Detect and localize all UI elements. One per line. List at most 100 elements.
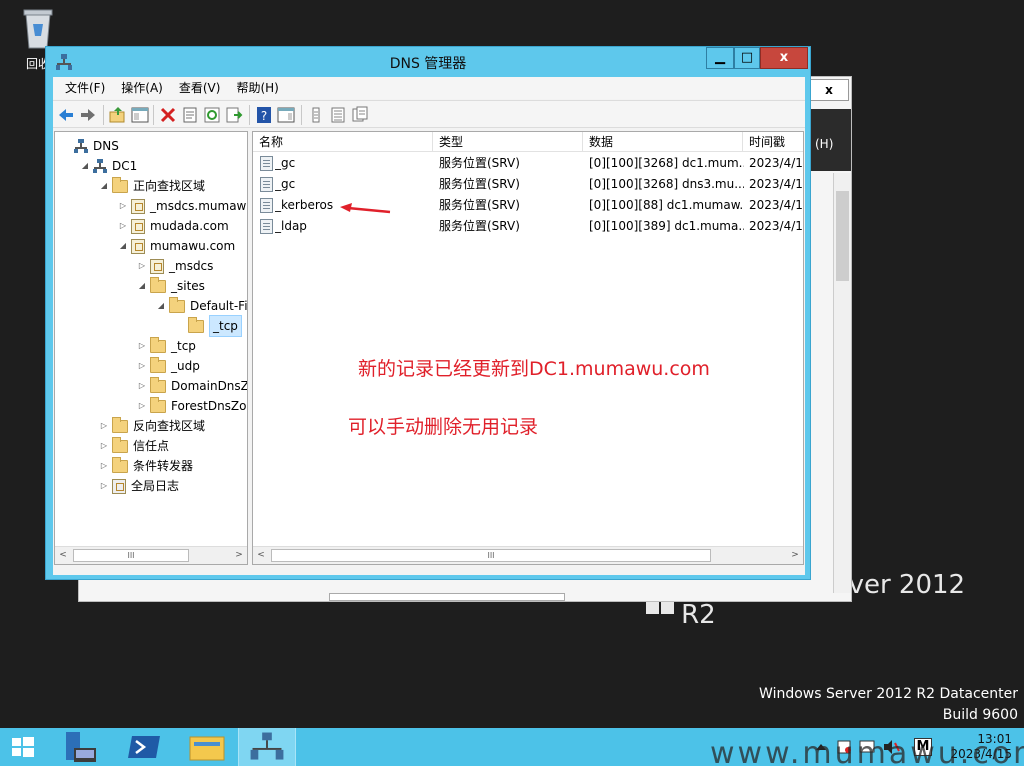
collapsed-arrow-icon[interactable]: ▷ — [137, 256, 147, 276]
collapsed-arrow-icon[interactable]: ▷ — [137, 356, 147, 376]
tree-item[interactable]: ◢ DC1 — [80, 156, 137, 176]
back-arrow-icon[interactable] — [57, 106, 75, 124]
tree-item-label: DomainDnsZone — [171, 379, 247, 393]
properties-icon[interactable] — [181, 106, 199, 124]
show-action-pane-icon[interactable] — [277, 106, 295, 124]
tree-item[interactable]: DNS — [61, 136, 119, 156]
column-name[interactable]: 名称 — [253, 132, 433, 152]
collapsed-arrow-icon[interactable]: ▷ — [99, 476, 109, 496]
collapsed-arrow-icon[interactable]: ▷ — [99, 456, 109, 476]
tree-item[interactable]: ▷ ForestDnsZones — [137, 396, 247, 416]
tree-item[interactable]: ◢ mumawu.com — [118, 236, 235, 256]
srv-record-icon — [260, 156, 273, 171]
collapsed-arrow-icon[interactable]: ▷ — [99, 436, 109, 456]
list-scroll-thumb[interactable]: III — [271, 549, 711, 562]
forward-arrow-icon[interactable] — [79, 106, 97, 124]
dns-manager-window[interactable]: DNS 管理器 ▁ □ x 文件(F) 操作(A) 查看(V) 帮助(H) ? — [45, 46, 811, 580]
os-edition: Windows Server 2012 R2 Datacenter — [759, 686, 1018, 702]
menu-action[interactable]: 操作(A) — [113, 77, 171, 99]
collapsed-arrow-icon[interactable]: ▷ — [137, 396, 147, 416]
record-type: 服务位置(SRV) — [439, 156, 520, 170]
scroll-right-arrow-icon[interactable]: > — [787, 547, 803, 564]
view-list-icon[interactable] — [329, 106, 347, 124]
collapsed-arrow-icon[interactable]: ▷ — [99, 416, 109, 436]
collapsed-arrow-icon[interactable]: ▷ — [137, 376, 147, 396]
annotation-delete-hint: 可以手动删除无用记录 — [348, 416, 539, 438]
record-data: [0][100][88] dc1.mumaw... — [589, 198, 744, 212]
table-row[interactable]: _gc 服务位置(SRV) [0][100][3268] dns3.mu... 202… — [253, 174, 803, 195]
help-icon[interactable]: ? — [255, 106, 273, 124]
expanded-arrow-icon[interactable]: ◢ — [137, 276, 147, 296]
tree-item[interactable]: ▷ _udp — [137, 356, 200, 376]
scroll-left-arrow-icon[interactable]: < — [253, 547, 269, 564]
title-bar[interactable]: DNS 管理器 ▁ □ x — [46, 47, 810, 77]
record-name: _ldap — [275, 219, 307, 233]
table-row[interactable]: _ldap 服务位置(SRV) [0][100][389] dc1.muma... 2… — [253, 216, 803, 237]
up-folder-icon[interactable] — [109, 106, 127, 124]
view-detail-icon[interactable] — [307, 106, 325, 124]
console-tree[interactable]: DNS◢DC1◢正向查找区域▷_msdcs.mumawu.cc▷mudada.c… — [54, 131, 248, 565]
collapsed-arrow-icon[interactable]: ▷ — [118, 216, 128, 236]
maximize-button[interactable]: □ — [734, 47, 760, 69]
tree-item-label: _tcp — [209, 315, 242, 337]
tree-item[interactable]: ◢ 正向查找区域 — [99, 176, 205, 196]
start-button-icon[interactable] — [0, 728, 46, 766]
tree-scroll-thumb[interactable]: III — [73, 549, 189, 562]
record-data: [0][100][389] dc1.muma... — [589, 219, 744, 233]
tree-item[interactable]: ▷ _tcp — [137, 336, 196, 356]
background-close-button[interactable]: x — [809, 79, 849, 101]
dns-manager-task-icon[interactable] — [238, 728, 296, 766]
show-console-tree-icon[interactable] — [131, 106, 149, 124]
tree-item[interactable]: ▷ mudada.com — [118, 216, 229, 236]
record-data: [0][100][3268] dc1.mum... — [589, 156, 744, 170]
delete-icon[interactable] — [159, 106, 177, 124]
dns-zone-icon — [131, 218, 145, 234]
tree-item-label: DC1 — [112, 159, 138, 173]
refresh-icon[interactable] — [203, 106, 221, 124]
minimize-button[interactable]: ▁ — [706, 47, 734, 69]
table-row[interactable]: _gc 服务位置(SRV) [0][100][3268] dc1.mum... 202… — [253, 153, 803, 174]
menu-view[interactable]: 查看(V) — [171, 77, 229, 99]
tree-item[interactable]: ▷ 条件转发器 — [99, 456, 193, 476]
expanded-arrow-icon[interactable]: ◢ — [80, 156, 90, 176]
log-icon — [112, 478, 126, 494]
folder-icon — [150, 336, 166, 353]
tree-horizontal-scrollbar[interactable]: < III > — [55, 546, 247, 564]
expanded-arrow-icon[interactable]: ◢ — [118, 236, 128, 256]
record-timestamp: 2023/4/1 — [749, 177, 803, 191]
tree-scroll-left-arrow-icon[interactable]: < — [55, 547, 71, 564]
background-scrollbar[interactable] — [833, 173, 851, 593]
background-scroll-thumb[interactable] — [836, 191, 849, 281]
dns-zone-icon — [131, 198, 145, 214]
tree-item[interactable]: ▷ _msdcs — [137, 256, 213, 276]
tree-item[interactable]: ▷ _msdcs.mumawu.cc — [118, 196, 247, 216]
expanded-arrow-icon[interactable]: ◢ — [156, 296, 166, 316]
expanded-arrow-icon[interactable]: ◢ — [99, 176, 109, 196]
tree-item[interactable]: ▷ 反向查找区域 — [99, 416, 205, 436]
menu-help[interactable]: 帮助(H) — [228, 77, 286, 99]
table-row[interactable]: _kerberos 服务位置(SRV) [0][100][88] dc1.mumaw… — [253, 195, 803, 216]
tree-scroll-right-arrow-icon[interactable]: > — [231, 547, 247, 564]
column-type[interactable]: 类型 — [433, 132, 583, 152]
column-data[interactable]: 数据 — [583, 132, 743, 152]
tree-item[interactable]: ▷ DomainDnsZone — [137, 376, 247, 396]
column-timestamp[interactable]: 时间戳 — [743, 132, 803, 152]
tree-item[interactable]: ▷ 全局日志 — [99, 476, 179, 496]
tree-item[interactable]: ◢ Default-First- — [156, 296, 248, 316]
collapsed-arrow-icon[interactable]: ▷ — [118, 196, 128, 216]
list-header: 名称 类型 数据 时间戳 — [253, 132, 803, 152]
file-explorer-icon[interactable] — [178, 728, 236, 766]
record-list[interactable]: 名称 类型 数据 时间戳 _gc 服务位置(SRV) [0][100][3268] … — [252, 131, 804, 565]
view-records-icon[interactable] — [351, 106, 369, 124]
list-horizontal-scrollbar[interactable]: < III > — [253, 546, 803, 564]
collapsed-arrow-icon[interactable]: ▷ — [137, 336, 147, 356]
tree-item[interactable]: ▷ 信任点 — [99, 436, 169, 456]
close-button[interactable]: x — [760, 47, 808, 69]
tree-item-label: Default-First- — [190, 299, 248, 313]
tree-item[interactable]: _tcp — [175, 315, 242, 337]
powershell-icon[interactable] — [116, 728, 174, 766]
server-manager-icon[interactable] — [54, 728, 112, 766]
export-list-icon[interactable] — [225, 106, 243, 124]
tree-item[interactable]: ◢ _sites — [137, 276, 205, 296]
menu-file[interactable]: 文件(F) — [57, 77, 113, 99]
